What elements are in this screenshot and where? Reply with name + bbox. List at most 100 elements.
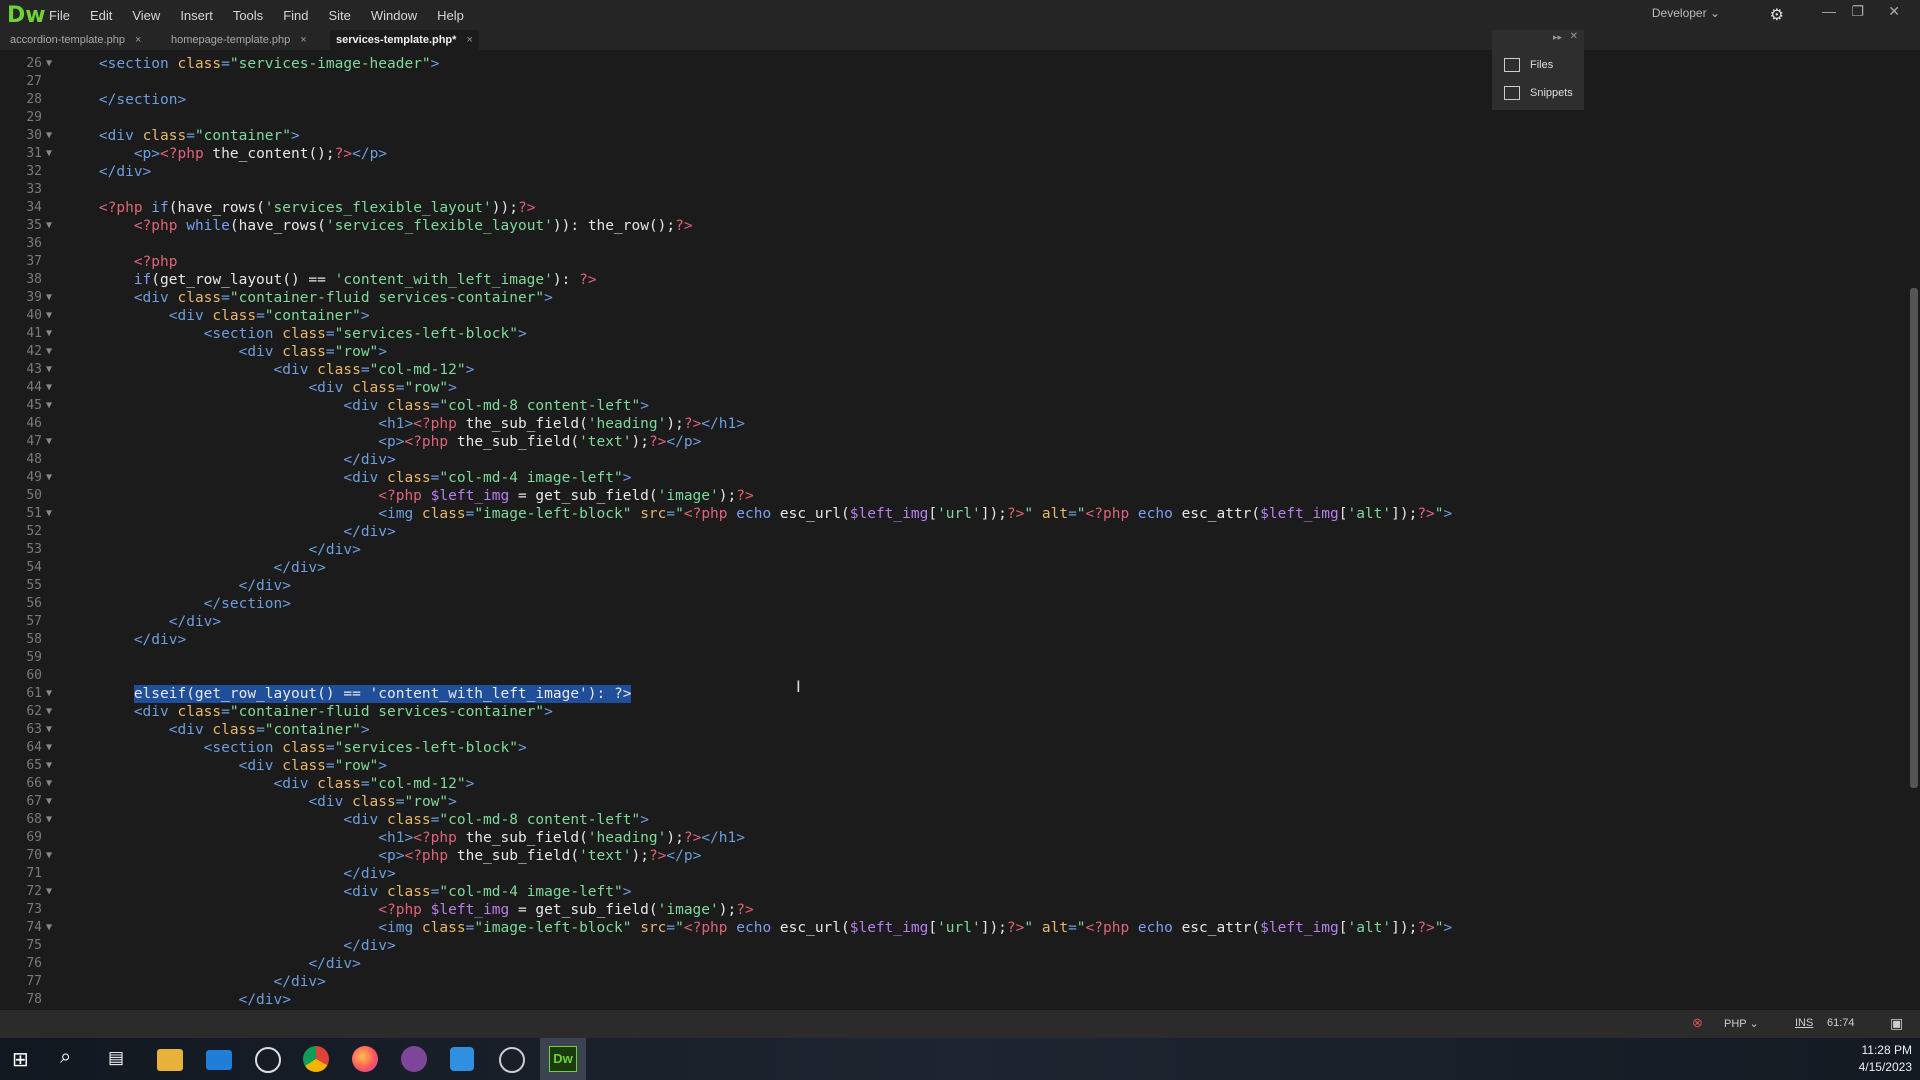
code-line[interactable]: 37 <?php (0, 253, 1900, 271)
code-line[interactable]: 39 ▼ <div class="container-fluid services-… (0, 289, 1900, 307)
restore-icon[interactable]: ❐ (1851, 3, 1864, 20)
fold-arrow-icon[interactable]: ▼ (46, 703, 52, 721)
fold-arrow-icon[interactable]: ▼ (46, 883, 52, 901)
panel-files[interactable]: Files (1504, 58, 1553, 72)
code-line[interactable]: 72 ▼ <div class="col-md-4 image-left"> (0, 883, 1900, 901)
code-line[interactable]: 65 ▼ <div class="row"> (0, 757, 1900, 775)
code-line[interactable]: 51 ▼ <img class="image-left-block" src="<?… (0, 505, 1900, 523)
windows-start-icon[interactable]: ⊞ (12, 1047, 29, 1072)
fold-arrow-icon[interactable]: ▼ (46, 397, 52, 415)
fold-arrow-icon[interactable]: ▼ (46, 217, 52, 235)
search-icon[interactable]: ⌕ (60, 1046, 71, 1069)
code-line[interactable]: 49 ▼ <div class="col-md-4 image-left"> (0, 469, 1900, 487)
code-line[interactable]: 26 ▼ <section class="services-image-header… (0, 55, 1900, 73)
code-line[interactable]: 75 </div> (0, 937, 1900, 955)
code-line[interactable]: 63 ▼ <div class="container"> (0, 721, 1900, 739)
fold-arrow-icon[interactable]: ▼ (46, 307, 52, 325)
code-line[interactable]: 41 ▼ <section class="services-left-block"> (0, 325, 1900, 343)
code-line[interactable]: 66 ▼ <div class="col-md-12"> (0, 775, 1900, 793)
code-line[interactable]: 36 (0, 235, 1900, 253)
error-icon[interactable]: ⊗ (1692, 1015, 1703, 1031)
fold-arrow-icon[interactable]: ▼ (46, 127, 52, 145)
code-line[interactable]: 54 </div> (0, 559, 1900, 577)
fold-arrow-icon[interactable]: ▼ (46, 343, 52, 361)
file-explorer-icon[interactable] (157, 1049, 183, 1071)
code-line[interactable]: 42 ▼ <div class="row"> (0, 343, 1900, 361)
task-view-icon[interactable]: ▤ (108, 1048, 124, 1068)
panel-snippets[interactable]: Snippets (1504, 86, 1573, 100)
close-icon[interactable]: × (466, 34, 472, 46)
vscode-icon[interactable] (450, 1047, 474, 1071)
insert-mode[interactable]: INS (1795, 1017, 1813, 1029)
code-line[interactable]: 45 ▼ <div class="col-md-8 content-left"> (0, 397, 1900, 415)
code-line[interactable]: 52 </div> (0, 523, 1900, 541)
expand-icon[interactable]: ▸▸ (1553, 32, 1562, 43)
code-line[interactable]: 31 ▼ <p><?php the_content();?></p> (0, 145, 1900, 163)
code-line[interactable]: 57 </div> (0, 613, 1900, 631)
obs-icon[interactable] (499, 1047, 525, 1073)
code-line[interactable]: 43 ▼ <div class="col-md-12"> (0, 361, 1900, 379)
code-line[interactable]: 28 </section> (0, 91, 1900, 109)
code-line[interactable]: 70 ▼ <p><?php the_sub_field('text');?></p> (0, 847, 1900, 865)
code-line[interactable]: 59 (0, 649, 1900, 667)
fold-arrow-icon[interactable]: ▼ (46, 793, 52, 811)
code-line[interactable]: 48 </div> (0, 451, 1900, 469)
code-line[interactable]: 56 </section> (0, 595, 1900, 613)
code-line[interactable]: 62 ▼ <div class="container-fluid services-… (0, 703, 1900, 721)
code-line[interactable]: 29 (0, 109, 1900, 127)
language-selector[interactable]: PHP ⌄ (1724, 1017, 1759, 1030)
menu-find[interactable]: Find (283, 8, 308, 23)
code-line[interactable]: 64 ▼ <section class="services-left-block"> (0, 739, 1900, 757)
fold-arrow-icon[interactable]: ▼ (46, 379, 52, 397)
editor-scrollbar[interactable] (1910, 288, 1918, 788)
code-line[interactable]: 67 ▼ <div class="row"> (0, 793, 1900, 811)
close-icon[interactable]: × (135, 34, 141, 46)
fold-arrow-icon[interactable]: ▼ (46, 721, 52, 739)
fold-arrow-icon[interactable]: ▼ (46, 433, 52, 451)
code-line[interactable]: 77 </div> (0, 973, 1900, 991)
dell-icon[interactable] (255, 1047, 281, 1073)
code-line[interactable]: 55 </div> (0, 577, 1900, 595)
fold-arrow-icon[interactable]: ▼ (46, 919, 52, 937)
code-line[interactable]: 44 ▼ <div class="row"> (0, 379, 1900, 397)
dreamweaver-taskbar-button[interactable]: Dw (540, 1038, 586, 1080)
fold-arrow-icon[interactable]: ▼ (46, 361, 52, 379)
fold-arrow-icon[interactable]: ▼ (46, 145, 52, 163)
close-icon[interactable]: ✕ (1888, 3, 1900, 20)
code-line[interactable]: 69 <h1><?php the_sub_field('heading');?><… (0, 829, 1900, 847)
code-line[interactable]: 71 </div> (0, 865, 1900, 883)
gear-icon[interactable]: ⚙ (1770, 5, 1784, 25)
tab-accordion-template[interactable]: accordion-template.php × (10, 30, 141, 50)
fold-arrow-icon[interactable]: ▼ (46, 847, 52, 865)
code-line[interactable]: 40 ▼ <div class="container"> (0, 307, 1900, 325)
firefox-icon[interactable] (352, 1046, 378, 1072)
fold-arrow-icon[interactable]: ▼ (46, 811, 52, 829)
fold-arrow-icon[interactable]: ▼ (46, 469, 52, 487)
code-line[interactable]: 47 ▼ <p><?php the_sub_field('text');?></p> (0, 433, 1900, 451)
menu-edit[interactable]: Edit (90, 8, 112, 23)
minimize-icon[interactable]: — (1822, 3, 1836, 19)
fold-arrow-icon[interactable]: ▼ (46, 289, 52, 307)
code-line[interactable]: 53 </div> (0, 541, 1900, 559)
fold-arrow-icon[interactable]: ▼ (46, 325, 52, 343)
code-line[interactable]: 74 ▼ <img class="image-left-block" src="<?… (0, 919, 1900, 937)
code-line[interactable]: 61 ▼ elseif(get_row_layout() == 'content_w… (0, 685, 1900, 703)
fold-arrow-icon[interactable]: ▼ (46, 685, 52, 703)
fold-arrow-icon[interactable]: ▼ (46, 505, 52, 523)
tab-homepage-template[interactable]: homepage-template.php × (171, 30, 307, 50)
fold-arrow-icon[interactable]: ▼ (46, 739, 52, 757)
close-icon[interactable]: ✕ (1570, 31, 1578, 42)
chrome-icon[interactable] (303, 1046, 329, 1072)
code-line[interactable]: 30 ▼ <div class="container"> (0, 127, 1900, 145)
code-line[interactable]: 32 </div> (0, 163, 1900, 181)
menu-file[interactable]: File (49, 8, 70, 23)
fold-arrow-icon[interactable]: ▼ (46, 55, 52, 73)
code-line[interactable]: 60 (0, 667, 1900, 685)
code-editor[interactable]: 26 ▼ <section class="services-image-header… (0, 55, 1905, 1010)
menu-view[interactable]: View (132, 8, 160, 23)
menu-site[interactable]: Site (328, 8, 350, 23)
code-line[interactable]: 46 <h1><?php the_sub_field('heading');?><… (0, 415, 1900, 433)
menu-help[interactable]: Help (437, 8, 464, 23)
menu-window[interactable]: Window (371, 8, 417, 23)
fold-arrow-icon[interactable]: ▼ (46, 775, 52, 793)
